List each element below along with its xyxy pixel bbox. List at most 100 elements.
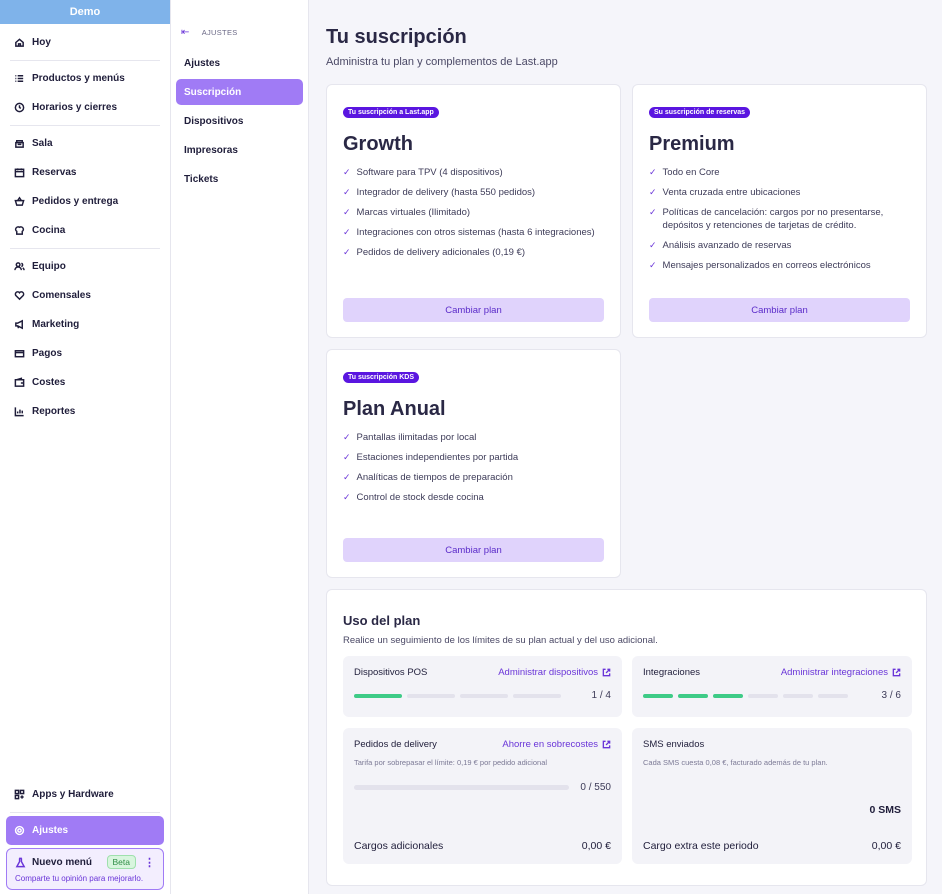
settings-item-impresoras[interactable]: Impresoras	[176, 137, 303, 163]
plan-features: ✓ Pantallas ilimitadas por local ✓ Estacio…	[343, 431, 604, 504]
usage-delivery-box: Pedidos de delivery Ahorre en sobrecoste…	[343, 728, 622, 864]
nav-item-hoy[interactable]: Hoy	[6, 28, 164, 57]
new-menu-card[interactable]: Nuevo menú Beta ⋮ Comparte tu opinión pa…	[6, 848, 164, 890]
users-icon	[14, 261, 25, 272]
settings-item-dispositivos[interactable]: Dispositivos	[176, 108, 303, 134]
pos-segments: 1 / 4	[354, 690, 611, 701]
plan-card-kds: Tu suscripción KDS Plan Anual ✓ Pantallas…	[326, 349, 621, 578]
change-plan-button[interactable]: Cambiar plan	[343, 298, 604, 322]
manage-integrations-link[interactable]: Administrar integraciones	[781, 667, 901, 678]
footer-value: 0,00 €	[581, 840, 611, 852]
plan-card-premium: Su suscripción de reservas Premium ✓ Todo…	[632, 84, 927, 338]
nav-item-pedidos[interactable]: Pedidos y entrega	[6, 187, 164, 216]
check-icon: ✓	[343, 432, 351, 442]
usage-sms-box: SMS enviados Cada SMS cuesta 0,08 €, fac…	[632, 728, 912, 864]
check-icon: ✓	[343, 247, 351, 257]
nav-item-pagos[interactable]: Pagos	[6, 339, 164, 368]
plan-card-growth: Tu suscripción a Last.app Growth ✓ Softwa…	[326, 84, 621, 338]
feature-item: ✓ Integraciones con otros sistemas (hasta…	[343, 226, 604, 239]
feature-text: Todo en Core	[662, 167, 720, 178]
feature-text: Mensajes personalizados en correos elect…	[662, 260, 871, 271]
feature-text: Integraciones con otros sistemas (hasta …	[356, 227, 595, 238]
nav-item-label: Hoy	[32, 37, 51, 48]
feature-text: Estaciones independientes por partida	[356, 452, 519, 463]
feature-item: ✓ Marcas virtuales (Ilimitado)	[343, 206, 604, 219]
feature-text: Políticas de cancelación: cargos por no …	[662, 207, 884, 231]
nav-item-label: Reportes	[32, 406, 76, 417]
clock-icon	[14, 102, 25, 113]
flask-icon	[15, 857, 26, 867]
check-icon: ✓	[343, 167, 351, 177]
nav-item-comensales[interactable]: Comensales	[6, 281, 164, 310]
settings-back-link[interactable]: ⇤ AJUSTES	[176, 26, 303, 38]
nav-item-reportes[interactable]: Reportes	[6, 397, 164, 426]
usage-sms-note: Cada SMS cuesta 0,08 €, facturado además…	[643, 758, 828, 767]
plan-name: Growth	[343, 133, 413, 155]
collapse-left-icon: ⇤	[181, 26, 190, 38]
change-plan-button[interactable]: Cambiar plan	[649, 298, 910, 322]
new-menu-label: Nuevo menú	[32, 856, 93, 868]
feature-item: ✓ Políticas de cancelación: cargos por no…	[649, 206, 910, 232]
workspace-header[interactable]: Demo	[0, 0, 170, 24]
nav-item-label: Ajustes	[32, 825, 69, 836]
check-icon: ✓	[649, 240, 657, 250]
usage-title: Uso del plan	[343, 613, 421, 628]
feature-item: ✓ Pantallas ilimitadas por local	[343, 431, 604, 444]
sidebar-bottom: Apps y Hardware Ajustes Nuevo menú Beta …	[0, 780, 170, 894]
divider	[10, 125, 160, 126]
sms-count: 0 SMS	[869, 804, 901, 816]
settings-back-label: AJUSTES	[201, 27, 238, 37]
save-overcost-link[interactable]: Ahorre en sobrecostes	[502, 739, 611, 750]
nav-item-reservas[interactable]: Reservas	[6, 158, 164, 187]
settings-item-ajustes[interactable]: Ajustes	[176, 50, 303, 76]
feature-item: ✓ Pedidos de delivery adicionales (0,19 €…	[343, 246, 604, 259]
chef-icon	[14, 225, 25, 236]
check-icon: ✓	[343, 227, 351, 237]
nav-item-label: Equipo	[32, 261, 66, 272]
gear-icon	[14, 825, 25, 836]
nav-item-horarios[interactable]: Horarios y cierres	[6, 93, 164, 122]
chart-icon	[14, 406, 25, 417]
usage-segment	[783, 693, 813, 698]
nav-item-costes[interactable]: Costes	[6, 368, 164, 397]
settings-nav: ⇤ AJUSTES Ajustes Suscripción Dispositiv…	[171, 0, 309, 894]
page-subtitle: Administra tu plan y complementos de Las…	[326, 56, 558, 68]
nav-item-ajustes[interactable]: Ajustes	[6, 816, 164, 845]
usage-pos-label: Dispositivos POS	[354, 667, 428, 678]
manage-devices-link[interactable]: Administrar dispositivos	[498, 667, 611, 678]
more-options-icon[interactable]: ⋮	[144, 856, 155, 869]
table-icon	[14, 138, 25, 149]
nav-item-label: Pagos	[32, 348, 63, 359]
nav-item-marketing[interactable]: Marketing	[6, 310, 164, 339]
nav-item-productos[interactable]: Productos y menús	[6, 64, 164, 93]
feature-text: Control de stock desde cocina	[356, 492, 484, 503]
feature-text: Venta cruzada entre ubicaciones	[662, 187, 801, 198]
nav-item-apps[interactable]: Apps y Hardware	[6, 780, 164, 809]
nav-item-equipo[interactable]: Equipo	[6, 252, 164, 281]
nav-item-sala[interactable]: Sala	[6, 129, 164, 158]
footer-value: 0,00 €	[871, 840, 901, 852]
feature-text: Marcas virtuales (Ilimitado)	[356, 207, 471, 218]
nav-item-cocina[interactable]: Cocina	[6, 216, 164, 245]
usage-segment	[818, 693, 848, 698]
check-icon: ✓	[343, 492, 351, 502]
new-menu-hint[interactable]: Comparte tu opinión para mejorarlo.	[15, 874, 155, 883]
feature-text: Análisis avanzado de reservas	[662, 240, 792, 251]
divider	[10, 248, 160, 249]
usage-delivery-label: Pedidos de delivery	[354, 739, 437, 750]
usage-segment	[678, 693, 708, 698]
page-title: Tu suscripción	[326, 26, 467, 48]
external-link-icon	[892, 668, 901, 677]
settings-item-suscripcion[interactable]: Suscripción	[176, 79, 303, 105]
feature-item: ✓ Todo en Core	[649, 166, 910, 179]
settings-item-tickets[interactable]: Tickets	[176, 166, 303, 192]
usage-segment	[748, 693, 778, 698]
card-icon	[14, 348, 25, 359]
check-icon: ✓	[343, 187, 351, 197]
delivery-progress-bar	[354, 785, 569, 790]
feature-text: Analíticas de tiempos de preparación	[356, 472, 513, 483]
change-plan-button[interactable]: Cambiar plan	[343, 538, 604, 562]
heart-icon	[14, 290, 25, 301]
nav-item-label: Marketing	[32, 319, 80, 330]
usage-segment	[354, 693, 402, 698]
